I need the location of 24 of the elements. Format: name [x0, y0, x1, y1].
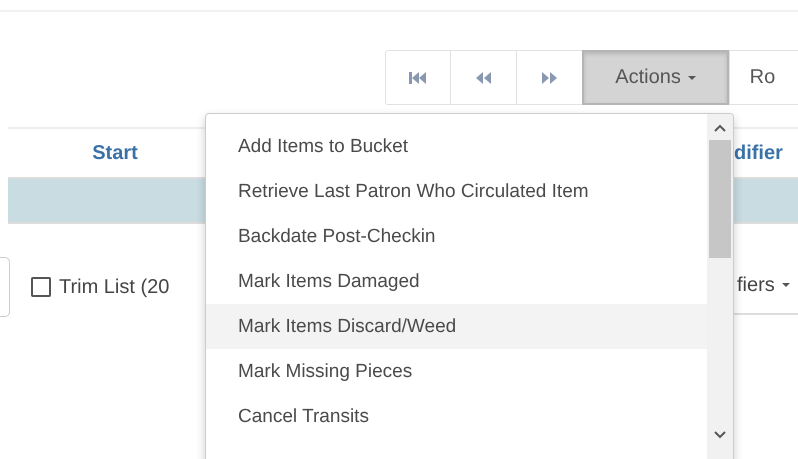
caret-icon: [688, 76, 696, 80]
column-header[interactable]: difier: [734, 142, 798, 164]
next-page-button[interactable]: [516, 50, 582, 105]
fast-forward-icon: [542, 70, 558, 84]
scroll-up-icon[interactable]: [714, 124, 726, 132]
menu-item[interactable]: Add Items to Bucket: [206, 124, 707, 169]
menu-item[interactable]: Mark Missing Pieces: [206, 349, 707, 394]
menu-item[interactable]: Mark Items Discard/Weed: [206, 304, 707, 349]
scroll-down-icon[interactable]: [714, 431, 726, 439]
scrollbar[interactable]: [707, 114, 733, 459]
menu-item[interactable]: Backdate Post-Checkin: [206, 214, 707, 259]
rows-button[interactable]: Ro: [728, 50, 798, 105]
menu-item[interactable]: Retrieve Last Patron Who Circulated Item: [206, 169, 707, 214]
rewind-icon: [476, 70, 492, 84]
caret-icon: [782, 283, 790, 287]
menu-item[interactable]: Mark Items Damaged: [206, 259, 707, 304]
checkbox[interactable]: [31, 277, 51, 297]
checkbox-label: Trim List (20: [59, 276, 170, 298]
first-page-icon: [409, 70, 428, 84]
actions-button[interactable]: Actions: [582, 50, 729, 105]
scrollbar-thumb[interactable]: [709, 140, 731, 258]
first-page-button[interactable]: [385, 50, 450, 105]
previous-page-button[interactable]: [450, 50, 516, 105]
menu-item[interactable]: Cancel Transits: [206, 394, 707, 439]
